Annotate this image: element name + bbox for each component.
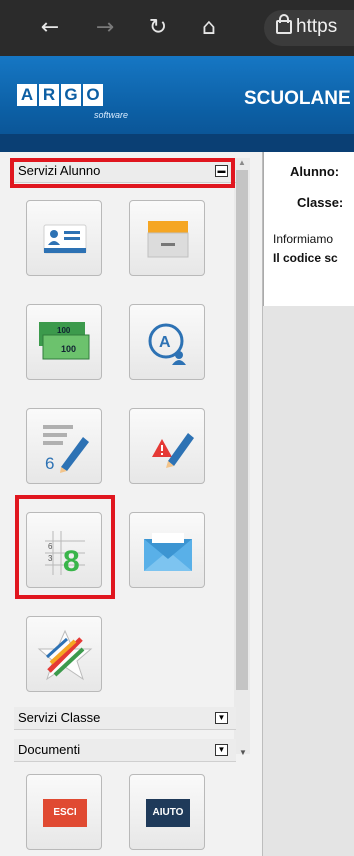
warning-pencil-icon [152, 433, 194, 468]
info-text-line1: Informiamo [273, 232, 334, 246]
section-header-servizi-alunno[interactable]: Servizi Alunno ▬ [14, 160, 236, 183]
aiuto-label: AIUTO [146, 799, 190, 827]
main-content: Alunno: Classe: Informiamo Il codice sc [263, 152, 354, 856]
section-header-documenti[interactable]: Documenti ▼ [14, 739, 236, 762]
classe-label: Classe: [297, 195, 344, 210]
svg-text:8: 8 [63, 545, 80, 578]
app-title: SCUOLANE [244, 88, 351, 109]
tile-assenze[interactable]: A [129, 304, 205, 380]
svg-text:6: 6 [48, 542, 53, 551]
id-card-icon [43, 224, 87, 254]
svg-text:100: 100 [61, 344, 76, 354]
svg-text:A: A [159, 334, 171, 351]
browser-toolbar: ← → ↻ ⌂ https [0, 0, 354, 56]
expand-icon[interactable]: ▼ [215, 744, 228, 756]
grade-pencil-icon: 6 [43, 425, 89, 473]
tile-anagrafe[interactable] [26, 200, 102, 276]
aiuto-button[interactable]: AIUTO [129, 774, 205, 850]
url-text[interactable]: https [296, 16, 337, 38]
tile-bacheca[interactable] [129, 512, 205, 588]
grade-8-icon: 6 3 8 [45, 531, 85, 578]
app-banner: A R G O software SCUOLANE [0, 56, 354, 152]
esci-label: ESCI [43, 799, 87, 827]
back-arrow-icon[interactable]: ← [36, 14, 64, 42]
reload-icon[interactable]: ↻ [144, 14, 172, 42]
star-ribbon-icon [37, 629, 93, 681]
scrollbar[interactable]: ▲ [234, 158, 250, 754]
argo-logo: A R G O [17, 84, 103, 106]
scroll-up-icon[interactable]: ▲ [236, 158, 248, 168]
logo-letter: R [39, 84, 59, 106]
info-text-line2: Il codice sc [273, 251, 338, 265]
assenze-user-icon: A [148, 323, 186, 365]
logo-letter: G [61, 84, 81, 106]
money-icon: 100 100 [39, 322, 90, 360]
section-header-servizi-classe[interactable]: Servizi Classe ▼ [14, 707, 236, 730]
expand-icon[interactable]: ▼ [215, 712, 228, 724]
collapse-icon[interactable]: ▬ [215, 165, 228, 177]
forward-arrow-icon[interactable]: → [91, 14, 119, 42]
esci-button[interactable]: ESCI [26, 774, 102, 850]
tile-voti-scrutinio[interactable]: 6 3 8 [26, 512, 102, 588]
svg-text:100: 100 [57, 326, 71, 335]
file-drawer-icon [147, 221, 189, 258]
lock-icon[interactable] [276, 14, 292, 34]
envelope-icon [144, 533, 192, 571]
scroll-thumb[interactable] [236, 170, 248, 690]
home-icon[interactable]: ⌂ [195, 14, 223, 42]
svg-text:6: 6 [45, 454, 54, 473]
section-title: Servizi Classe [18, 710, 101, 725]
svg-text:3: 3 [48, 554, 53, 563]
scroll-down-icon[interactable]: ▼ [237, 748, 249, 760]
logo-subtitle: software [94, 110, 129, 120]
tile-voti[interactable]: 6 [26, 408, 102, 484]
section-title: Servizi Alunno [18, 163, 101, 178]
student-info-box: Alunno: Classe: Informiamo Il codice sc [263, 152, 354, 306]
section-title: Documenti [18, 742, 81, 757]
left-panel: ▲ Servizi Alunno ▬ 100 100 A 6 6 3 8 Ser… [0, 152, 263, 856]
tile-note[interactable] [129, 408, 205, 484]
logo-letter: A [17, 84, 37, 106]
tile-tasse[interactable]: 100 100 [26, 304, 102, 380]
tile-pagella[interactable] [26, 616, 102, 692]
alunno-label: Alunno: [290, 164, 340, 179]
logo-letter: O [83, 84, 103, 106]
tile-curriculum[interactable] [129, 200, 205, 276]
